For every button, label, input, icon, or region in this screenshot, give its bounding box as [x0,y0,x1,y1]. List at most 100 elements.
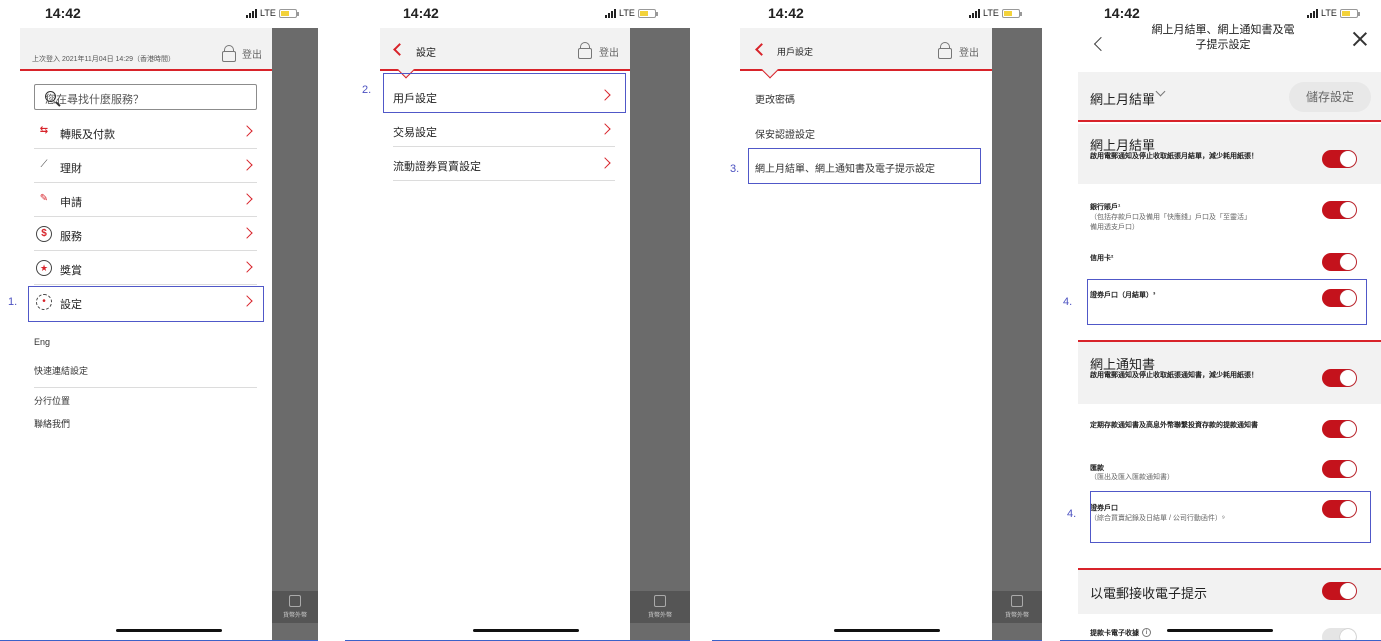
dim-overlay[interactable]: 貨幣外幣 [630,28,690,641]
status-time: 14:42 [403,5,439,21]
transfer-icon: ⇆ [39,125,49,136]
security-auth-link[interactable]: 保安認證設定 [755,126,815,141]
menu-item-services[interactable]: $ 服務 [34,217,257,251]
menu-item-wealth[interactable]: ⟋ 理財 [34,149,257,183]
dim-overlay[interactable]: 貨幣外幣 [272,28,318,641]
status-signal: LTE [969,8,1022,18]
chevron-right-icon [241,125,253,137]
home-indicator [1167,629,1273,632]
menu-item-apply[interactable]: ✎ 申請 [34,183,257,217]
close-icon[interactable] [1353,32,1367,46]
settings-item-securities[interactable]: 流動證券買賣設定 [393,147,615,181]
chevron-right-icon [241,159,253,171]
status-bar: 14:42 LTE [0,0,318,28]
search-input[interactable]: 您在尋找什麼服務？ [34,84,257,110]
chevron-right-icon [241,227,253,239]
menu-item-transfer[interactable]: ⇆ 轉賬及付款 [34,115,257,149]
row-title: 提款卡電子收據 i [1090,628,1151,638]
language-link[interactable]: Eng [34,337,50,347]
chevron-right-icon [241,193,253,205]
status-time: 14:42 [1104,5,1140,21]
save-button[interactable]: 儲存設定 [1289,82,1371,112]
highlight-box [383,73,626,113]
logout-button[interactable]: 登出 [959,44,979,59]
enotice-toggle[interactable] [1322,369,1357,387]
status-bar: 14:42 LTE [345,0,690,28]
signal-icon [969,8,980,18]
step-label: 2. [362,84,372,96]
screen-user-settings: 14:42 LTE 貨幣外幣 用戶設定 登出 更改密碼 保安認證設定 網上月結單… [712,0,1042,641]
quick-link-settings[interactable]: 快速連結設定 [34,364,88,377]
logout-button[interactable]: 登出 [599,44,619,59]
highlight-box [1087,279,1367,325]
chevron-right-icon [599,123,611,135]
back-icon[interactable] [393,43,406,56]
signal-icon [246,8,257,18]
fx-tile: 貨幣外幣 [992,591,1042,623]
menu-item-label: 轉賬及付款 [60,129,115,141]
home-indicator [116,629,222,632]
highlight-box [748,148,981,184]
page-title: 設定 [416,48,436,59]
status-signal: LTE [1307,8,1360,18]
menu-item-label: 獎賞 [60,265,82,277]
contact-link[interactable]: 聯絡我們 [34,417,70,430]
status-signal: LTE [605,8,658,18]
page-title-line1: 網上月結單、網上通知書及電 [1151,24,1295,36]
step-label: 1. [8,296,18,308]
email-alerts-toggle[interactable] [1322,582,1357,600]
remittance-toggle[interactable] [1322,460,1357,478]
bank-account-toggle[interactable] [1322,201,1357,219]
chart-icon: ⟋ [40,159,48,170]
menu-item-label: 申請 [60,197,82,209]
info-icon[interactable]: i [1142,628,1151,637]
lock-icon[interactable] [222,45,236,62]
screen-main-menu: 14:42 LTE 貨幣外幣 上次登入 2021年11月04日 14:29（香港… [0,0,318,641]
credit-card-row: 信用卡² [1078,251,1381,275]
time-deposit-row: 定期存款通知書及高息外幣聯繫投資存款的提款通知書 [1078,420,1381,450]
row-title: 定期存款通知書及高息外幣聯繫投資存款的提款通知書 [1090,422,1258,429]
lock-icon[interactable] [938,42,952,59]
battery-icon [1001,8,1022,18]
highlight-box [28,286,264,322]
page-title: 網上月結單、網上通知書及電 子提示設定 [1148,23,1298,53]
page-header: 網上月結單、網上通知書及電 子提示設定 [1078,22,1381,70]
search-icon[interactable] [45,91,56,102]
step-label: 4. [1063,296,1073,308]
back-icon[interactable] [755,43,768,56]
menu-item-rewards[interactable]: ★ 獎賞 [34,251,257,285]
statement-type-dropdown[interactable]: 網上月結單 [1090,89,1155,108]
page-title-line2: 子提示設定 [1195,39,1251,51]
dollar-icon: $ [36,226,52,242]
signal-icon [1307,8,1318,18]
fx-tile: 貨幣外幣 [272,591,318,623]
estatement-toggle[interactable] [1322,150,1357,168]
branch-link[interactable]: 分行位置 [34,394,70,407]
chevron-right-icon [241,261,253,273]
screen-settings: 14:42 LTE 貨幣外幣 設定 登出 用戶設定 交易設定 流動證券買賣設定 … [345,0,690,641]
row-note: （匯出及匯入匯款通知書） [1090,474,1174,481]
status-time: 14:42 [768,5,804,21]
back-icon[interactable] [1093,36,1109,52]
row-title: 信用卡² [1090,255,1114,262]
home-indicator [834,629,940,632]
status-bar: 14:42 LTE [712,0,1042,28]
toolbar: 網上月結單 儲存設定 [1078,72,1381,122]
row-note: （包括存款戶口及備用「快應錢」戶口及「至靈活」備用透支戶口） [1090,214,1248,231]
logout-button[interactable]: 登出 [242,46,262,61]
fx-tile-label: 貨幣外幣 [647,613,672,619]
chevron-down-icon[interactable] [1155,86,1166,97]
dim-overlay[interactable]: 貨幣外幣 [992,28,1042,641]
time-deposit-toggle[interactable] [1322,420,1357,438]
settings-item-transaction[interactable]: 交易設定 [393,113,615,147]
row-title-text: 提款卡電子收據 [1090,630,1139,637]
fx-tile: 貨幣外幣 [630,591,690,623]
section-email-alerts: 以電郵接收電子提示 [1078,570,1381,614]
lock-icon[interactable] [578,42,592,59]
credit-card-toggle[interactable] [1322,253,1357,271]
battery-icon [637,8,658,18]
header-bar: 用戶設定 登出 [740,28,992,71]
network-label: LTE [1321,8,1337,18]
change-password-link[interactable]: 更改密碼 [755,91,795,106]
star-icon: ★ [36,260,52,276]
